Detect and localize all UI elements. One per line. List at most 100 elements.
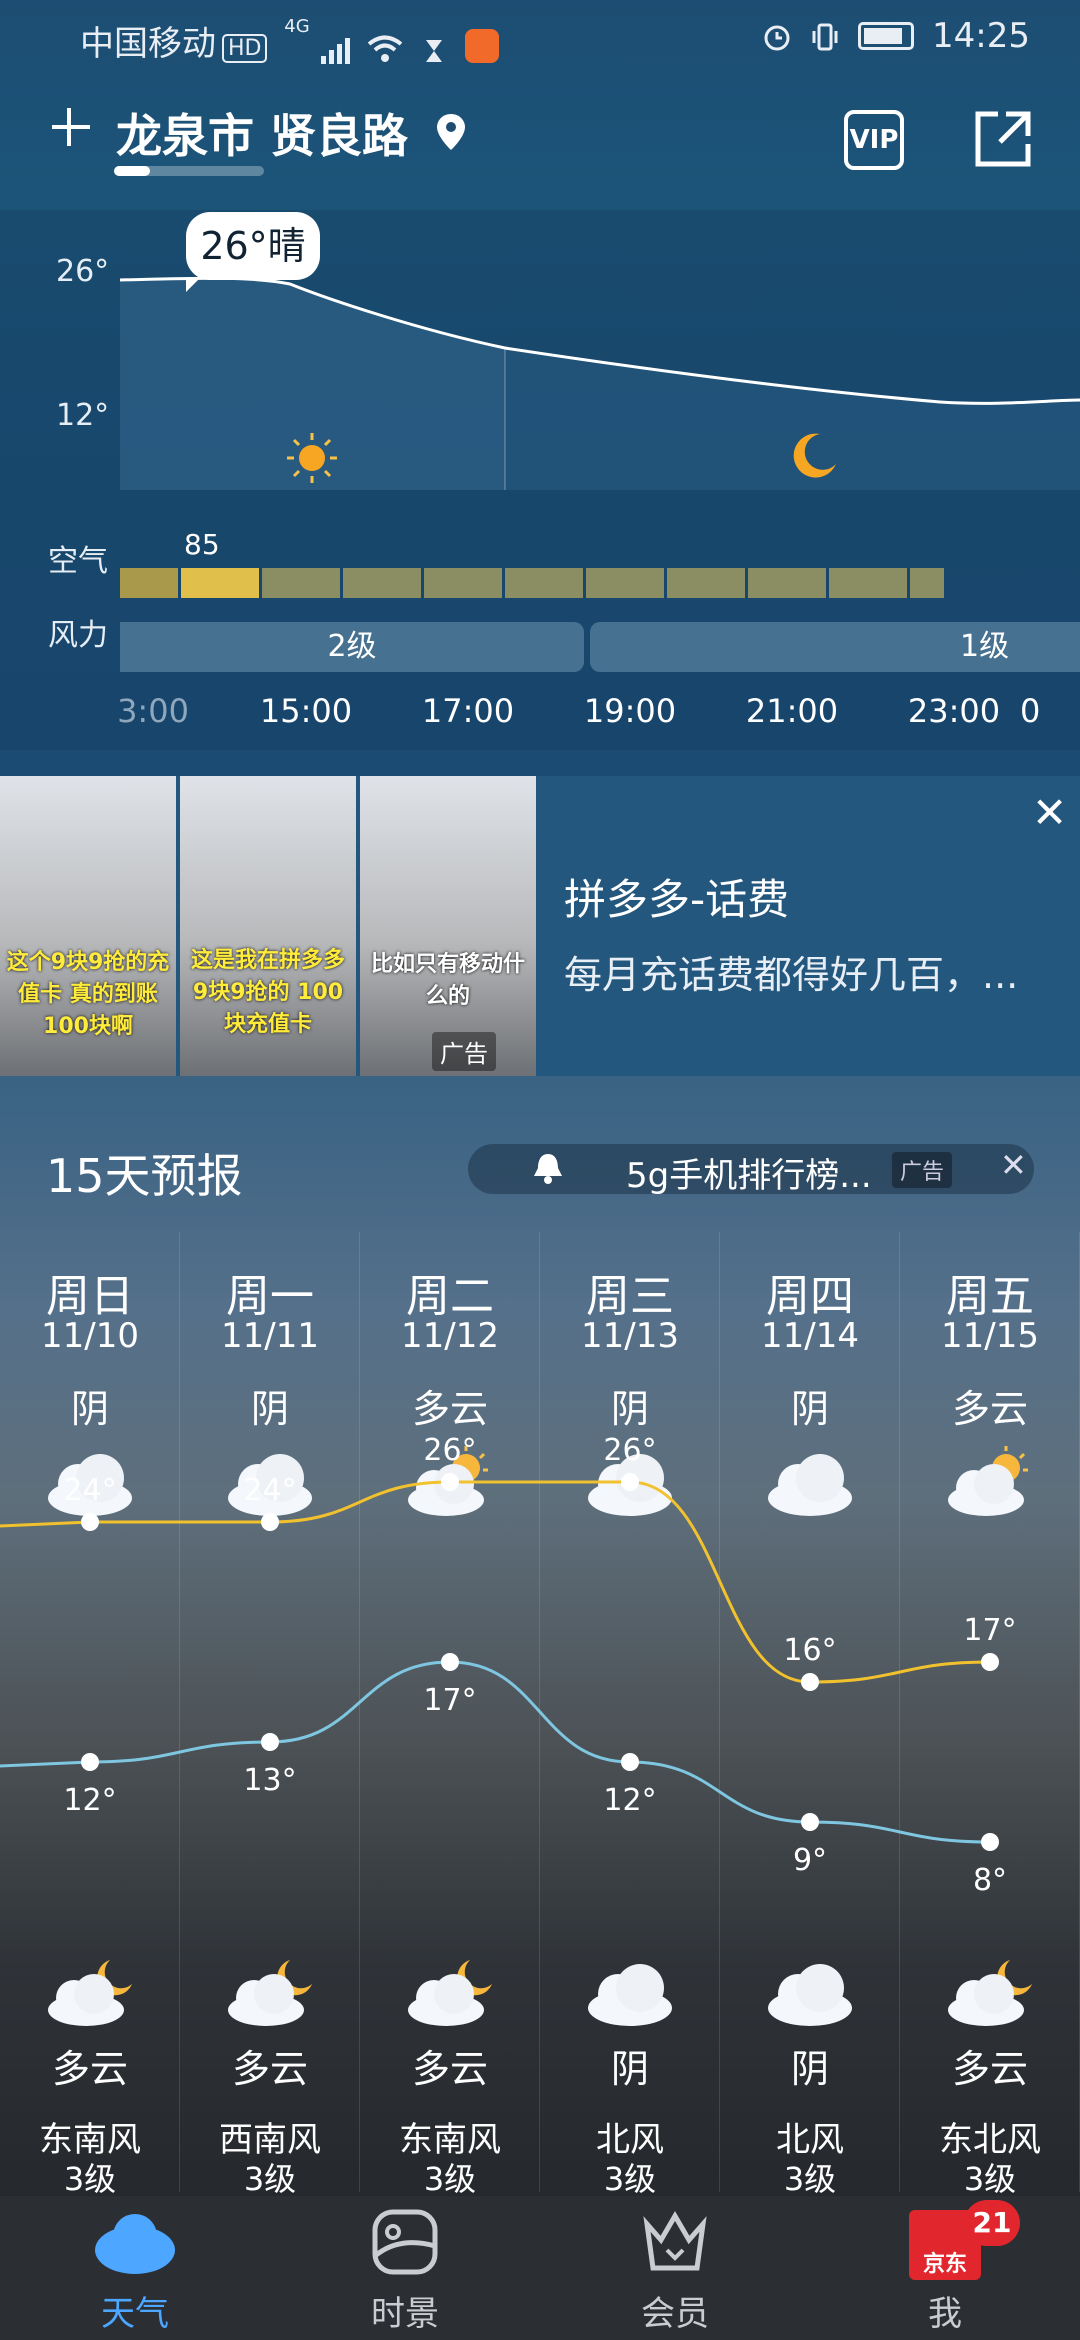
low-temp-point xyxy=(801,1813,819,1831)
page-indicator xyxy=(114,166,264,176)
alarm-icon xyxy=(762,21,792,51)
nav-member[interactable]: 会员 xyxy=(585,2196,765,2340)
ad-image-3: 比如只有移动什么的 xyxy=(360,776,536,1076)
high-temp-point xyxy=(621,1473,639,1491)
low-temp-label: 13° xyxy=(243,1763,296,1798)
ad-description[interactable]: 每月充话费都得好几百，... xyxy=(564,944,1018,999)
nav-scene-label: 时景 xyxy=(371,2294,439,2334)
aq-cell xyxy=(748,568,826,598)
low-temp-label: 12° xyxy=(63,1783,116,1818)
air-quality-value: 85 xyxy=(184,528,220,561)
low-temp-point xyxy=(621,1753,639,1771)
crown-icon xyxy=(643,2211,707,2271)
low-temp-label: 12° xyxy=(603,1783,656,1818)
scene-icon xyxy=(372,2209,438,2275)
ad-close-icon[interactable]: ✕ xyxy=(1032,788,1067,837)
hourly-temp-chart xyxy=(119,276,1080,490)
hour-labels: 3:00 15:00 17:00 19:00 21:00 23:00 0 xyxy=(0,692,1080,732)
network-type: 4G xyxy=(284,16,310,37)
vibrate-icon xyxy=(810,21,840,51)
low-temp-point xyxy=(981,1833,999,1851)
aq-cell xyxy=(424,568,502,598)
forecast-ad-text[interactable]: 5g手机排行榜... xyxy=(626,1148,872,1197)
high-temp-point xyxy=(261,1513,279,1531)
wifi-icon xyxy=(367,32,403,62)
wind-segment-1: 2级 xyxy=(120,622,584,672)
high-temp-label: 17° xyxy=(963,1613,1016,1648)
ad-tag: 广告 xyxy=(432,1032,496,1071)
forecast-ad-tag: 广告 xyxy=(892,1152,953,1188)
high-temp-label: 24° xyxy=(63,1473,116,1508)
add-city-button[interactable] xyxy=(44,100,94,150)
wind-segment-2-label: 1级 xyxy=(960,629,1010,664)
air-quality-bar xyxy=(120,568,944,598)
hour-label: 15:00 xyxy=(259,692,353,730)
ad-title[interactable]: 拼多多-话费 xyxy=(564,866,789,927)
carrier-name: 中国移动 xyxy=(80,24,216,64)
aq-cell xyxy=(910,568,944,598)
jd-label: 京东 xyxy=(922,2252,967,2277)
vip-button[interactable]: VIP xyxy=(844,110,904,170)
aq-cell xyxy=(667,568,745,598)
ad-banner[interactable]: 这个9块9抢的充值卡 真的到账100块啊 这是我在拼多多 9块9抢的 100块充… xyxy=(0,776,1080,1076)
ad-caption: 这是我在拼多多 9块9抢的 100块充值卡 xyxy=(190,948,345,1037)
ad-image-1: 这个9块9抢的充值卡 真的到账100块啊 xyxy=(0,776,176,1076)
high-temp-label: 26° xyxy=(423,1433,476,1468)
hour-label: 3:00 xyxy=(117,692,189,730)
low-temp-point xyxy=(261,1733,279,1751)
aq-cell xyxy=(120,568,178,598)
low-temp-point xyxy=(441,1653,459,1671)
status-bar: 中国移动 HD 4G 14:25 xyxy=(0,0,1080,72)
high-temp-point xyxy=(81,1513,99,1531)
share-icon[interactable] xyxy=(970,106,1036,172)
carrier-info: 中国移动 HD 4G xyxy=(80,16,499,65)
current-temp-bubble: 26°晴 xyxy=(186,212,320,292)
hour-label: 17:00 xyxy=(421,692,515,730)
moon-icon xyxy=(790,430,840,480)
app-notification-icon xyxy=(464,28,499,63)
location-title[interactable]: 龙泉市 贤良路 xyxy=(116,100,408,166)
wind-label: 风力 xyxy=(48,618,108,653)
wind-segment-2: 1级 xyxy=(590,622,1080,672)
bell-icon xyxy=(530,1150,566,1186)
hourglass-icon xyxy=(424,33,444,62)
notification-badge: 21 xyxy=(964,2200,1020,2246)
high-temp-label: 24° xyxy=(243,1473,296,1508)
aq-cell xyxy=(505,568,583,598)
forecast-ad-close-icon[interactable]: ✕ xyxy=(1000,1146,1027,1184)
clock: 14:25 xyxy=(932,16,1030,56)
nav-scene[interactable]: 时景 xyxy=(315,2196,495,2340)
aq-cell xyxy=(829,568,907,598)
status-right: 14:25 xyxy=(762,16,1030,56)
battery-icon xyxy=(858,22,915,50)
hour-label: 21:00 xyxy=(745,692,839,730)
ad-image-2: 这是我在拼多多 9块9抢的 100块充值卡 xyxy=(180,776,356,1076)
high-temp-label: 16° xyxy=(783,1633,836,1668)
high-temp-label: 26° xyxy=(603,1433,656,1468)
air-quality-label: 空气 xyxy=(48,544,108,579)
hour-label: 19:00 xyxy=(583,692,677,730)
high-temp-point xyxy=(981,1653,999,1671)
low-temp-point xyxy=(81,1753,99,1771)
forecast-title: 15天预报 xyxy=(46,1149,243,1203)
high-temp-point xyxy=(801,1673,819,1691)
aq-cell xyxy=(343,568,421,598)
aq-cell xyxy=(262,568,340,598)
sun-icon xyxy=(284,430,340,486)
low-temp-label: 8° xyxy=(973,1863,1007,1898)
location-pin-icon xyxy=(434,112,468,152)
hour-label: 0 xyxy=(1020,692,1041,730)
high-temp-point xyxy=(441,1473,459,1491)
ad-caption: 比如只有移动什么的 xyxy=(370,952,525,1009)
nav-me-label: 我 xyxy=(928,2294,962,2334)
nav-weather[interactable]: 天气 xyxy=(45,2196,225,2340)
low-temp-label: 17° xyxy=(423,1683,476,1718)
high-temp-line xyxy=(0,1480,991,1684)
nav-weather-label: 天气 xyxy=(101,2294,169,2334)
low-temp-label: 9° xyxy=(793,1843,827,1878)
aq-cell-current xyxy=(181,568,259,598)
hd-icon: HD xyxy=(222,34,268,63)
aq-cell xyxy=(586,568,664,598)
hour-label: 23:00 xyxy=(907,692,1001,730)
forecast-temp-chart: 24° 24° 26° 26° 16° 17° 12° 13° 17° 12° 9° 8° xyxy=(0,1433,1017,1898)
